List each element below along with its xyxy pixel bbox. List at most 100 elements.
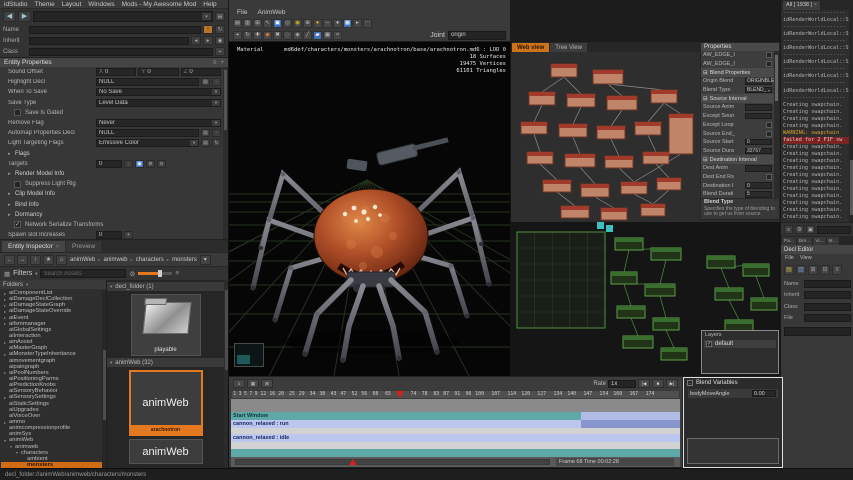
breadcrumb-item-animweb[interactable]: animWeb	[69, 257, 96, 263]
bone-icon[interactable]: ◆	[263, 31, 272, 40]
track-bar[interactable]: cannon_relaxed : idle	[231, 434, 680, 442]
timeline-menu-icon[interactable]: ≡	[233, 379, 245, 388]
field-input[interactable]	[804, 291, 851, 299]
track-bar[interactable]: cannon_relaxed : run	[231, 420, 581, 428]
rotate-icon[interactable]: ↻	[243, 31, 252, 40]
chevron-down-icon[interactable]: ▾	[212, 89, 220, 95]
back-button[interactable]: ◀	[3, 11, 16, 22]
track-row-cannon-relaxed-idle[interactable]: cannon_relaxed : idle	[231, 434, 680, 442]
ik-icon[interactable]: ◇	[283, 31, 292, 40]
clear-icon[interactable]: ▣	[806, 225, 815, 234]
forward-button[interactable]: ▶	[18, 11, 31, 22]
panel-expand-icon[interactable]: +	[220, 60, 224, 66]
layer-checkbox[interactable]	[706, 341, 712, 347]
skip-end-button[interactable]: ▶|	[666, 379, 678, 388]
lock-icon[interactable]: ●	[313, 19, 322, 28]
next-inherit-button[interactable]: ▸	[203, 36, 213, 45]
coord-input-x[interactable]: X0	[96, 68, 136, 76]
track-row-start-window[interactable]: Start Window	[231, 412, 680, 420]
add-class-button[interactable]: +	[215, 47, 225, 56]
text-input[interactable]: NULL	[96, 78, 199, 86]
field-input[interactable]	[804, 303, 851, 311]
warning-icon[interactable]: !	[203, 25, 213, 34]
rate-input[interactable]	[608, 380, 636, 388]
breadcrumb-item-animweb[interactable]: animweb	[103, 257, 129, 263]
delete-icon[interactable]: ✖	[273, 31, 282, 40]
dropdown[interactable]: BLEND_▾	[745, 87, 772, 94]
checkbox[interactable]	[766, 131, 772, 137]
tab-web-view[interactable]: Web view	[512, 43, 549, 52]
chevron-right-icon[interactable]: ▸	[8, 151, 15, 157]
trace-icon[interactable]: ╱	[303, 31, 312, 40]
camera-icon[interactable]: ◎	[283, 19, 292, 28]
browse-button[interactable]: ▤	[201, 139, 210, 147]
ghost-icon[interactable]: ◈	[293, 31, 302, 40]
collapse-icon[interactable]: ⊟	[703, 96, 708, 102]
grid-icon[interactable]: ▦	[323, 31, 332, 40]
close-icon[interactable]: ×	[814, 2, 817, 8]
chevron-right-icon[interactable]: ▸	[8, 202, 15, 208]
pick-target-button[interactable]: ▣	[135, 160, 144, 168]
remove-target-button[interactable]: ⊖	[157, 160, 166, 168]
browse-button[interactable]: ▤	[201, 129, 210, 137]
favorite-icon[interactable]: ★	[43, 255, 54, 265]
graph-node[interactable]	[597, 222, 604, 229]
browse-button[interactable]: ▤	[201, 78, 210, 86]
graph-node[interactable]	[606, 225, 613, 232]
open-icon[interactable]: ▤	[233, 19, 242, 28]
value-input[interactable]: ORIGINBLE	[745, 78, 772, 85]
folders-header[interactable]: Folders	[3, 282, 23, 288]
prev-inherit-button[interactable]: ◂	[191, 36, 201, 45]
gear-icon[interactable]: ⚙	[129, 270, 135, 278]
breadcrumb-item-monsters[interactable]: monsters	[171, 257, 198, 263]
scale-icon[interactable]: ✚	[253, 31, 262, 40]
section-animweb[interactable]: ▾ animWeb (32)	[107, 358, 224, 367]
collapse-icon[interactable]: ⊟	[703, 157, 708, 163]
reset-button[interactable]: ↻	[212, 139, 221, 147]
track-bar[interactable]: Start Window	[231, 412, 581, 420]
close-icon[interactable]: ×	[56, 244, 59, 250]
back-icon[interactable]: ←	[4, 255, 15, 265]
viewport-menu-animweb[interactable]: AnimWeb	[257, 9, 285, 16]
blend-variable-row[interactable]: bodyMoveAngle0.00	[687, 388, 779, 399]
menu-mods-my-awesome-mod[interactable]: Mods - My Awesome Mod	[122, 1, 197, 8]
menu-help[interactable]: Help	[203, 1, 216, 8]
checkbox[interactable]	[766, 122, 772, 128]
value-input[interactable]	[745, 104, 772, 111]
home-icon[interactable]: ⌂	[56, 255, 67, 265]
chevron-right-icon[interactable]: ▸	[8, 171, 15, 177]
console-scrollbar[interactable]	[849, 10, 853, 222]
graph-node[interactable]	[669, 114, 693, 154]
menu-theme[interactable]: Theme	[35, 1, 55, 8]
name-field[interactable]	[29, 26, 201, 34]
minus-icon[interactable]: ─	[323, 19, 332, 28]
asset-tile-second[interactable]: animWeb	[129, 439, 203, 464]
layers-icon[interactable]: ▦	[343, 19, 352, 28]
targets-count[interactable]: 0	[96, 160, 122, 168]
thumbnail-size-slider[interactable]	[138, 272, 172, 275]
save-icon[interactable]: ▥	[243, 19, 252, 28]
import-icon[interactable]: ⊞	[253, 19, 262, 28]
section-decl-folder[interactable]: ▾ decl_folder (1)	[107, 282, 224, 291]
add-target-button[interactable]: ⊕	[146, 160, 155, 168]
tree-scrollbar[interactable]	[102, 290, 106, 468]
dropdown[interactable]: No Save▾	[96, 88, 221, 96]
timeline-snap-icon[interactable]: ⊞	[261, 379, 273, 388]
increment-button[interactable]: +	[124, 231, 133, 239]
tab-entity-inspector[interactable]: Entity Inspector×	[2, 241, 65, 252]
checkbox[interactable]	[766, 52, 772, 58]
timeline-grid-icon[interactable]: ▦	[247, 379, 259, 388]
value-input[interactable]: 0	[745, 182, 772, 189]
dim-button[interactable]: ·	[124, 160, 133, 168]
forward-icon[interactable]: →	[17, 255, 28, 265]
layer-row-default[interactable]: default	[704, 340, 776, 348]
checkbox[interactable]	[14, 221, 21, 228]
dock-tab-vi[interactable]: Vi...	[813, 237, 825, 245]
number-input[interactable]: 0	[96, 231, 122, 239]
eye-icon[interactable]: ◉	[215, 36, 225, 45]
tab-preview[interactable]: Preview	[66, 241, 101, 252]
play-icon[interactable]: ▸	[353, 19, 362, 28]
chevron-down-icon[interactable]: ▾	[212, 120, 220, 126]
arachnotron-model[interactable]	[251, 137, 491, 362]
menu-icon[interactable]: ≡	[784, 225, 793, 234]
